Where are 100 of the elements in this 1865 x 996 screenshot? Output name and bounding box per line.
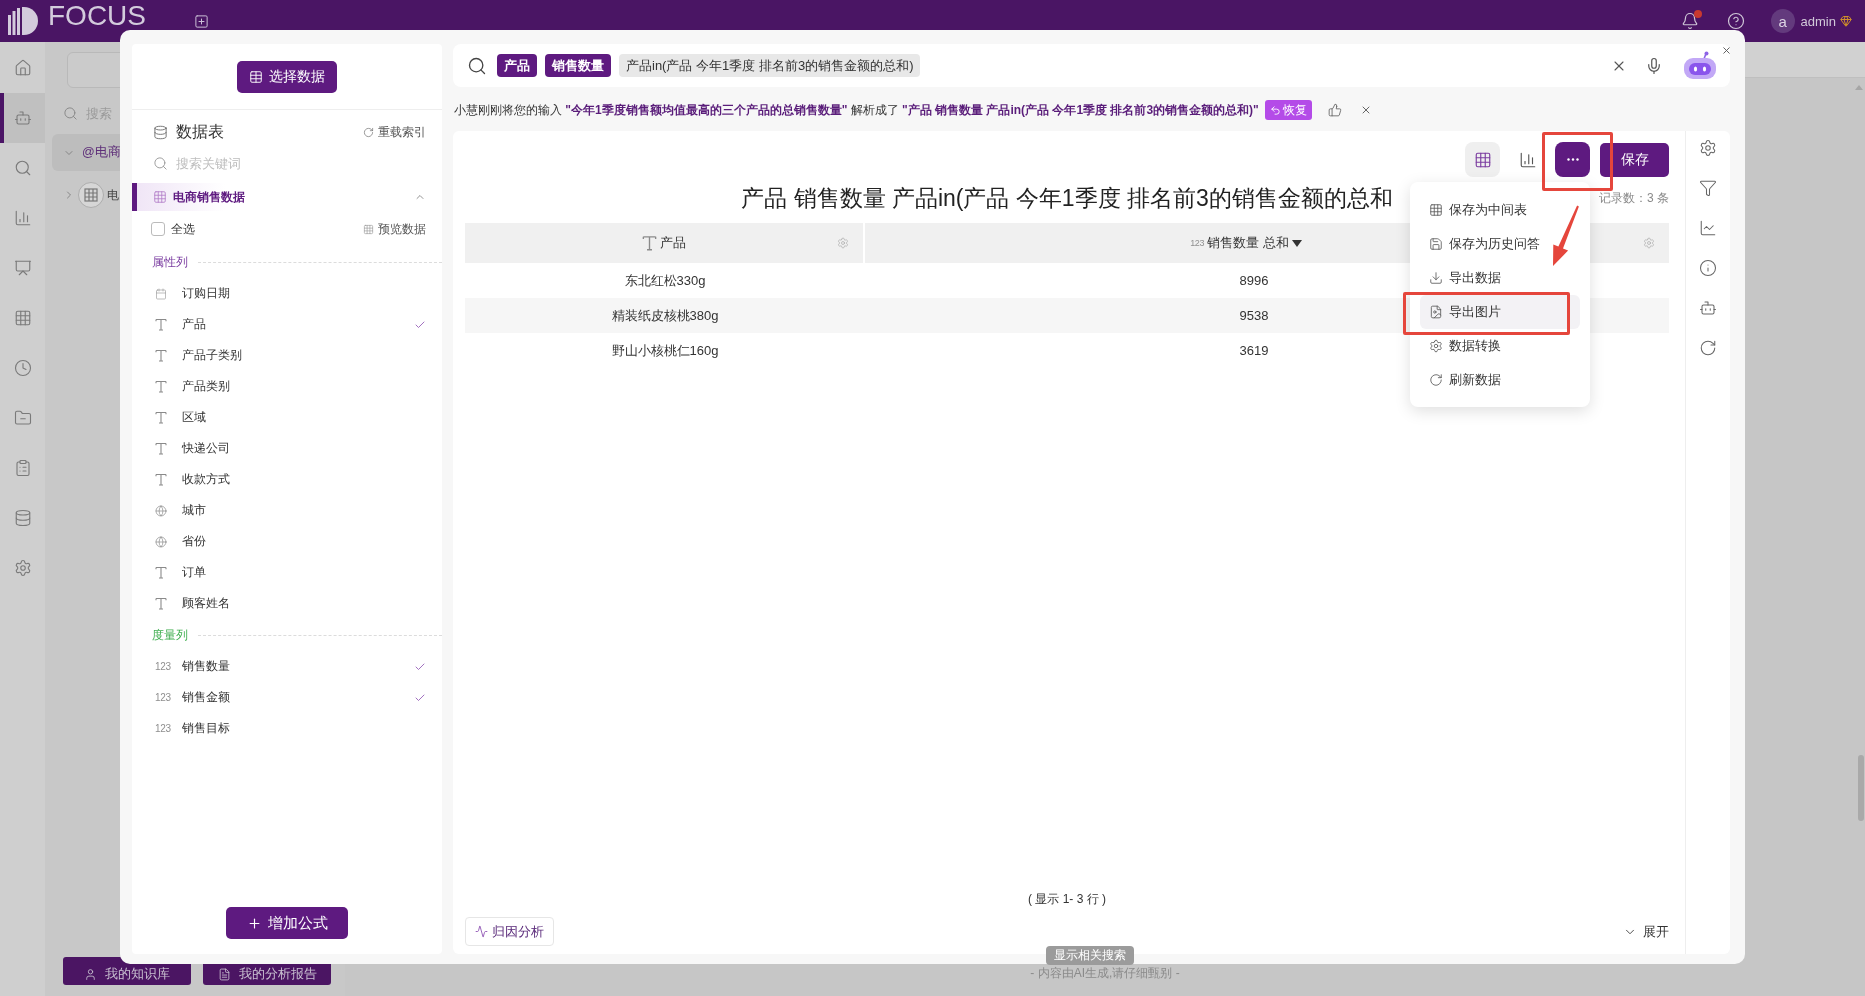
column-name[interactable]: 销售金额 (182, 689, 230, 706)
report-icon (217, 967, 231, 981)
wave-icon (475, 925, 488, 938)
more-icon (1566, 158, 1579, 161)
filter-icon[interactable] (1699, 179, 1717, 197)
globe-icon (155, 535, 167, 548)
folder-icon (13, 409, 32, 427)
attribution-button[interactable]: 归因分析 (465, 917, 554, 946)
plus-icon (246, 915, 262, 931)
search-token[interactable]: 产品 (497, 54, 537, 77)
preview-data-link[interactable]: 预览数据 (378, 220, 426, 238)
settings-icon[interactable] (1699, 139, 1717, 157)
search-icon (467, 55, 487, 76)
thumbs-up-icon[interactable] (1327, 103, 1342, 117)
menu-item[interactable]: 导出数据 (1420, 261, 1580, 295)
save-button[interactable]: 保存 (1600, 142, 1669, 177)
search-icon (63, 105, 78, 121)
logo-text: FOCUS (48, 2, 146, 30)
column-name[interactable]: 区域 (182, 409, 206, 426)
line-chart-icon[interactable] (1699, 219, 1717, 237)
menu-item[interactable]: 保存为历史问答 (1420, 227, 1580, 261)
scrollbar-thumb[interactable] (1858, 755, 1864, 821)
close-icon[interactable] (1721, 45, 1732, 56)
database-icon (153, 124, 168, 140)
table-cell: 8996 (1239, 273, 1269, 288)
table-view-button[interactable] (1465, 142, 1500, 177)
expand-button[interactable]: 展开 (1623, 922, 1669, 941)
search-icon (153, 155, 168, 171)
user-avatar[interactable]: a (1770, 9, 1795, 33)
logo-icon (7, 5, 39, 37)
add-tab-icon[interactable] (194, 13, 209, 29)
refresh-icon[interactable] (1699, 339, 1717, 357)
column-name[interactable]: 产品子类别 (182, 347, 242, 364)
column-name[interactable]: 城市 (182, 502, 206, 519)
download-icon (1429, 271, 1443, 285)
tree-label[interactable]: @电商 (82, 144, 121, 161)
select-data-button[interactable]: 选择数据 (237, 61, 337, 93)
robot-avatar-icon[interactable] (1681, 50, 1719, 81)
info-icon[interactable] (1699, 259, 1717, 277)
column-name[interactable]: 顾客姓名 (182, 595, 230, 612)
column-name[interactable]: 销售目标 (182, 720, 230, 737)
menu-item[interactable]: 数据转换 (1420, 329, 1580, 363)
search-token[interactable]: 产品in(产品 今年1季度 排名前3的销售金额的总和) (619, 54, 921, 77)
text-type-icon (155, 442, 167, 455)
tree-item[interactable]: @电商 (52, 134, 122, 171)
image-file-icon (1429, 305, 1443, 319)
menu-item[interactable]: 导出图片 (1420, 295, 1580, 329)
number-type-label: 123 (1190, 238, 1205, 248)
table-name[interactable]: 电商销售数据 (173, 188, 245, 206)
table-icon (153, 190, 167, 204)
clock-icon (13, 359, 32, 377)
number-type-label: 123 (155, 661, 171, 672)
help-icon[interactable] (1726, 12, 1745, 30)
column-title[interactable]: 销售数量 总和 (1207, 234, 1289, 252)
bar-chart-icon (1518, 150, 1537, 169)
sort-desc-icon[interactable] (1291, 239, 1302, 247)
column-name[interactable]: 产品 (182, 316, 206, 333)
table-cell: 3619 (1239, 343, 1269, 358)
select-all-label[interactable]: 全选 (171, 220, 195, 238)
number-type-label: 123 (155, 692, 171, 703)
refresh-icon (1429, 373, 1443, 387)
column-name[interactable]: 产品类别 (182, 378, 230, 395)
column-name[interactable]: 订单 (182, 564, 206, 581)
column-name[interactable]: 省份 (182, 533, 206, 550)
robot-icon (13, 109, 32, 127)
column-name[interactable]: 订购日期 (182, 285, 230, 302)
column-name[interactable]: 销售数量 (182, 658, 230, 675)
search-bar[interactable]: 产品 销售数量 产品in(产品 今年1季度 排名前3的销售金额的总和) (453, 44, 1730, 87)
column-title[interactable]: 产品 (660, 234, 686, 252)
robot-icon[interactable] (1699, 299, 1717, 317)
presentation-icon (13, 259, 32, 277)
undo-icon (1269, 104, 1281, 116)
table-avatar-icon (78, 182, 104, 208)
menu-item[interactable]: 刷新数据 (1420, 363, 1580, 397)
search-token[interactable]: 销售数量 (545, 54, 611, 77)
add-formula-button[interactable]: 增加公式 (226, 907, 348, 939)
globe-icon (155, 504, 167, 517)
select-all-checkbox[interactable] (151, 222, 165, 236)
diamond-icon (1840, 15, 1852, 27)
group-title: 属性列 (152, 253, 188, 271)
user-name[interactable]: admin (1800, 13, 1836, 29)
tree-label[interactable]: 电 (107, 186, 119, 204)
table-icon (249, 70, 263, 84)
column-name[interactable]: 快递公司 (182, 440, 230, 457)
result-title: 产品 销售数量 产品in(产品 今年1季度 排名前3的销售金额的总和 (741, 184, 1393, 213)
panel-title: 数据表 (176, 121, 224, 142)
nav-button[interactable] (0, 93, 45, 143)
column-name[interactable]: 收款方式 (182, 471, 230, 488)
bell-icon[interactable] (1680, 12, 1699, 30)
restore-button[interactable]: 恢复 (1264, 100, 1312, 120)
keyword-search-field[interactable]: 搜索关键词 (176, 155, 376, 171)
reload-index-link[interactable]: 重载索引 (378, 123, 426, 141)
text-type-icon (155, 380, 167, 393)
microphone-icon[interactable] (1645, 56, 1663, 75)
table-icon (1429, 203, 1443, 217)
pagination-text: ( 显示 1- 3 行 ) (1028, 892, 1106, 906)
more-button[interactable] (1555, 142, 1590, 177)
highlight-frame (1542, 132, 1613, 191)
grid-icon (13, 309, 32, 327)
menu-item[interactable]: 保存为中间表 (1420, 193, 1580, 227)
